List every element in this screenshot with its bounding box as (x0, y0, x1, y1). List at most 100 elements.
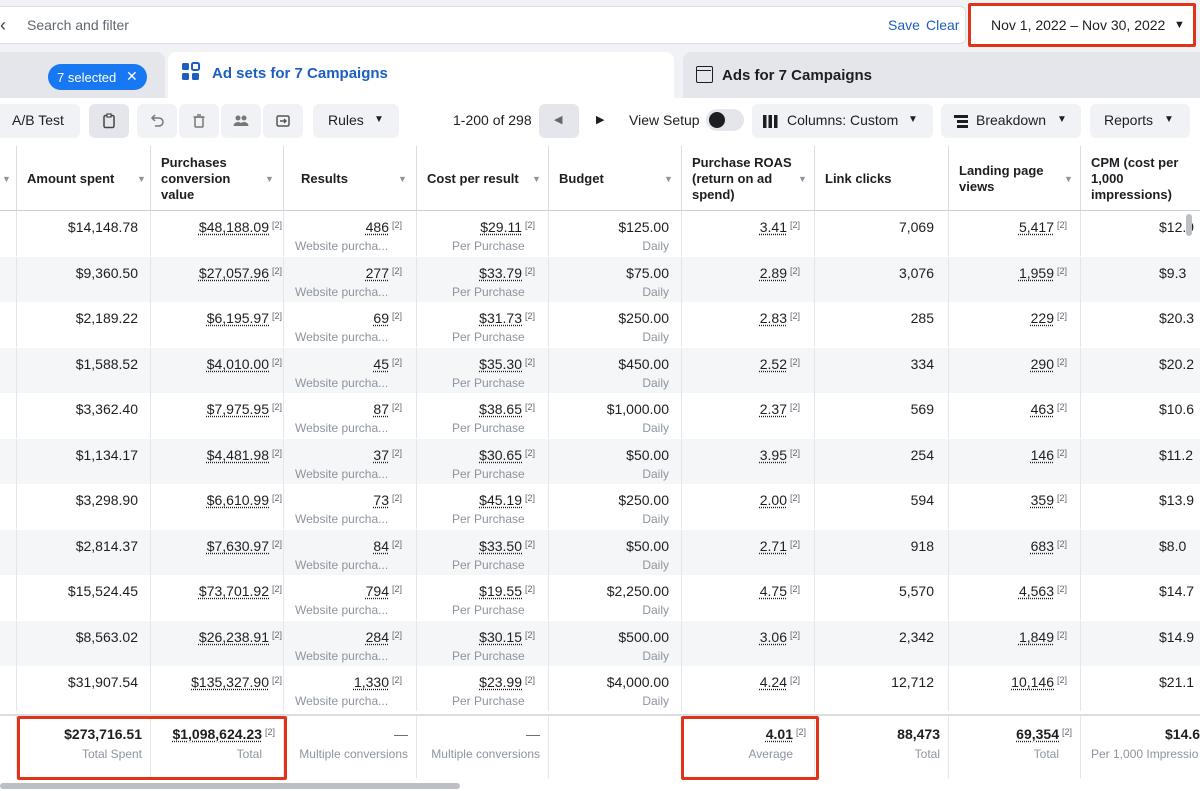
budget-value[interactable]: $450.00 (618, 356, 669, 372)
purchases-value[interactable]: $135,327.90 (191, 674, 269, 690)
cost-per-result-value[interactable]: $23.99 (479, 674, 522, 690)
export-button[interactable] (263, 104, 303, 138)
results-value[interactable]: 486 (366, 219, 389, 235)
budget-value[interactable]: $2,250.00 (607, 583, 669, 599)
header-results[interactable]: Results ▼ (284, 146, 417, 210)
header-amount-spent[interactable]: Amount spent ▼ (17, 146, 151, 210)
purchases-value[interactable]: $27,057.96 (199, 265, 269, 281)
sort-caret-icon[interactable]: ▼ (2, 174, 11, 184)
landing-page-views-value[interactable]: 10,146 (1011, 674, 1054, 690)
table-row[interactable]: $2,814.37 $7,630.97 [2] 84 [2] Website purcha… (0, 529, 1200, 575)
close-icon[interactable]: ✕ (126, 68, 138, 85)
results-value[interactable]: 84 (373, 538, 389, 554)
roas-value[interactable]: 3.06 (760, 629, 787, 645)
save-link[interactable]: Save (888, 17, 920, 33)
search-input[interactable]: ‹ Search and filter Save Clear (0, 6, 966, 44)
roas-value[interactable]: 2.52 (760, 356, 787, 372)
results-value[interactable]: 73 (373, 492, 389, 508)
budget-value[interactable]: $500.00 (618, 629, 669, 645)
chevron-left-icon[interactable]: ‹ (0, 15, 14, 35)
landing-page-views-value[interactable]: 1,849 (1019, 629, 1054, 645)
roas-value[interactable]: 3.41 (760, 219, 787, 235)
cost-per-result-value[interactable]: $31.73 (479, 310, 522, 326)
budget-value[interactable]: $75.00 (626, 265, 669, 281)
purchases-value[interactable]: $73,701.92 (199, 583, 269, 599)
results-value[interactable]: 794 (366, 583, 389, 599)
next-page-button[interactable]: ▶ (581, 104, 621, 138)
cost-per-result-value[interactable]: $29.11 (480, 219, 522, 235)
purchases-value[interactable]: $4,481.98 (207, 447, 269, 463)
duplicate-button[interactable] (89, 104, 129, 138)
roas-value[interactable]: 4.24 (760, 674, 787, 690)
breakdown-dropdown[interactable]: Breakdown ▼ (941, 104, 1081, 138)
table-row[interactable]: $8,563.02 $26,238.91 [2] 284 [2] Website purc… (0, 620, 1200, 666)
prev-page-button[interactable]: ◀ (539, 104, 579, 138)
tab-ads[interactable]: Ads for 7 Campaigns (683, 52, 1200, 98)
cost-per-result-value[interactable]: $33.50 (479, 538, 522, 554)
roas-value[interactable]: 3.95 (760, 447, 787, 463)
sort-caret-icon[interactable]: ▼ (265, 174, 274, 184)
clear-link[interactable]: Clear (926, 17, 959, 33)
sort-caret-icon[interactable]: ▼ (1064, 174, 1073, 184)
purchases-value[interactable]: $6,610.99 (207, 492, 269, 508)
cost-per-result-value[interactable]: $35.30 (479, 356, 522, 372)
purchases-value[interactable]: $6,195.97 (207, 310, 269, 326)
header-purchases-value[interactable]: Purchases conversion value ▼ (151, 146, 284, 210)
budget-value[interactable]: $250.00 (618, 310, 669, 326)
results-value[interactable]: 284 (366, 629, 389, 645)
landing-page-views-value[interactable]: 229 (1031, 310, 1054, 326)
vertical-scrollbar[interactable] (1186, 214, 1192, 236)
budget-value[interactable]: $125.00 (618, 219, 669, 235)
total-value[interactable]: 69,354 (1016, 726, 1059, 742)
landing-page-views-value[interactable]: 1,959 (1019, 265, 1054, 281)
cost-per-result-value[interactable]: $38.65 (479, 401, 522, 417)
tab-campaigns[interactable]: 7 selected ✕ (0, 52, 165, 98)
purchases-value[interactable]: $48,188.09 (199, 219, 269, 235)
header-cpm[interactable]: CPM (cost per 1,000 impressions) (1081, 146, 1200, 210)
budget-value[interactable]: $1,000.00 (607, 401, 669, 417)
purchases-value[interactable]: $7,975.95 (207, 401, 269, 417)
horizontal-scrollbar[interactable] (0, 783, 460, 789)
results-value[interactable]: 277 (366, 265, 389, 281)
header-roas[interactable]: Purchase ROAS (return on ad spend) ▼ (682, 146, 815, 210)
results-value[interactable]: 87 (373, 401, 389, 417)
landing-page-views-value[interactable]: 290 (1031, 356, 1054, 372)
roas-value[interactable]: 4.75 (760, 583, 787, 599)
budget-value[interactable]: $50.00 (626, 447, 669, 463)
results-value[interactable]: 45 (373, 356, 389, 372)
sort-caret-icon[interactable]: ▼ (532, 174, 541, 184)
header-cost-per-result[interactable]: Cost per result ▼ (417, 146, 549, 210)
budget-value[interactable]: $4,000.00 (607, 674, 669, 690)
purchases-value[interactable]: $7,630.97 (207, 538, 269, 554)
results-value[interactable]: 69 (373, 310, 389, 326)
roas-value[interactable]: 2.71 (760, 538, 787, 554)
cost-per-result-value[interactable]: $33.79 (479, 265, 522, 281)
sort-caret-icon[interactable]: ▼ (664, 174, 673, 184)
sort-caret-icon[interactable]: ▼ (798, 174, 807, 184)
cost-per-result-value[interactable]: $45.19 (479, 492, 522, 508)
reports-dropdown[interactable]: Reports ▼ (1090, 104, 1190, 138)
roas-value[interactable]: 2.89 (760, 265, 787, 281)
cost-per-result-value[interactable]: $19.55 (479, 583, 522, 599)
table-row[interactable]: $9,360.50 $27,057.96 [2] 277 [2] Website purc… (0, 256, 1200, 302)
table-row[interactable]: $1,588.52 $4,010.00 [2] 45 [2] Website purcha… (0, 347, 1200, 393)
landing-page-views-value[interactable]: 359 (1031, 492, 1054, 508)
columns-dropdown[interactable]: Columns: Custom ▼ (752, 104, 933, 138)
landing-page-views-value[interactable]: 146 (1031, 447, 1054, 463)
header-link-clicks[interactable]: Link clicks (815, 146, 949, 210)
audience-button[interactable] (221, 104, 261, 138)
table-row[interactable]: $3,298.90 $6,610.99 [2] 73 [2] Website purcha… (0, 484, 1200, 529)
roas-value[interactable]: 2.00 (760, 492, 787, 508)
table-row[interactable]: $3,362.40 $7,975.95 [2] 87 [2] Website purcha… (0, 393, 1200, 438)
budget-value[interactable]: $250.00 (618, 492, 669, 508)
purchases-value[interactable]: $26,238.91 (199, 629, 269, 645)
cost-per-result-value[interactable]: $30.15 (479, 629, 522, 645)
rules-dropdown[interactable]: Rules ▼ (313, 104, 399, 138)
view-setup-toggle[interactable] (706, 109, 744, 131)
roas-value[interactable]: 2.83 (760, 310, 787, 326)
results-value[interactable]: 1,330 (354, 674, 389, 690)
landing-page-views-value[interactable]: 5,417 (1019, 219, 1054, 235)
date-range-picker[interactable]: Nov 1, 2022 – Nov 30, 2022 ▼ (968, 3, 1196, 47)
tab-ad-sets[interactable]: Ad sets for 7 Campaigns (168, 52, 674, 98)
ab-test-button[interactable]: A/B Test (0, 104, 80, 138)
